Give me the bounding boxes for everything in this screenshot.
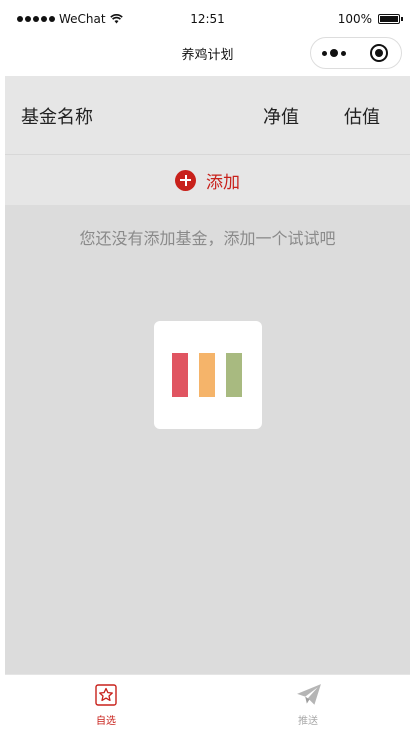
- close-button[interactable]: [356, 38, 401, 68]
- loading-bar: [199, 353, 215, 397]
- loading-bar: [226, 353, 242, 397]
- app-frame: WeChat 12:51 100% 养鸡计划 基金名称 净值 估值 添加 您还没…: [5, 5, 410, 726]
- tab-favorites-label: 自选: [96, 716, 116, 726]
- battery-icon: [378, 14, 403, 24]
- add-fund-button[interactable]: 添加: [5, 155, 410, 205]
- loading-indicator: [154, 321, 262, 429]
- more-dots-icon: [321, 49, 346, 57]
- tab-push-label: 推送: [298, 716, 318, 726]
- tab-push[interactable]: 推送: [207, 675, 409, 726]
- star-icon: [95, 684, 117, 706]
- nav-bar: 养鸡计划: [5, 33, 410, 76]
- loading-bar: [172, 353, 188, 397]
- target-icon: [369, 44, 388, 62]
- status-bar: WeChat 12:51 100%: [5, 5, 410, 33]
- more-button[interactable]: [311, 38, 356, 68]
- tab-favorites[interactable]: 自选: [5, 675, 207, 726]
- status-right: 100%: [337, 12, 403, 26]
- header-estimate: 估值: [344, 107, 380, 128]
- add-label: 添加: [206, 172, 240, 193]
- empty-message: 您还没有添加基金，添加一个试试吧: [79, 229, 336, 248]
- table-header: 基金名称 净值 估值: [5, 76, 410, 155]
- capsule-menu: [310, 37, 402, 69]
- paper-plane-icon: [297, 684, 321, 705]
- battery-percent: 100%: [337, 12, 372, 26]
- header-fund-name: 基金名称: [21, 107, 93, 128]
- plus-circle-icon: [175, 169, 196, 191]
- tab-bar: 自选 推送: [5, 674, 410, 726]
- header-net-value: 净值: [263, 107, 299, 128]
